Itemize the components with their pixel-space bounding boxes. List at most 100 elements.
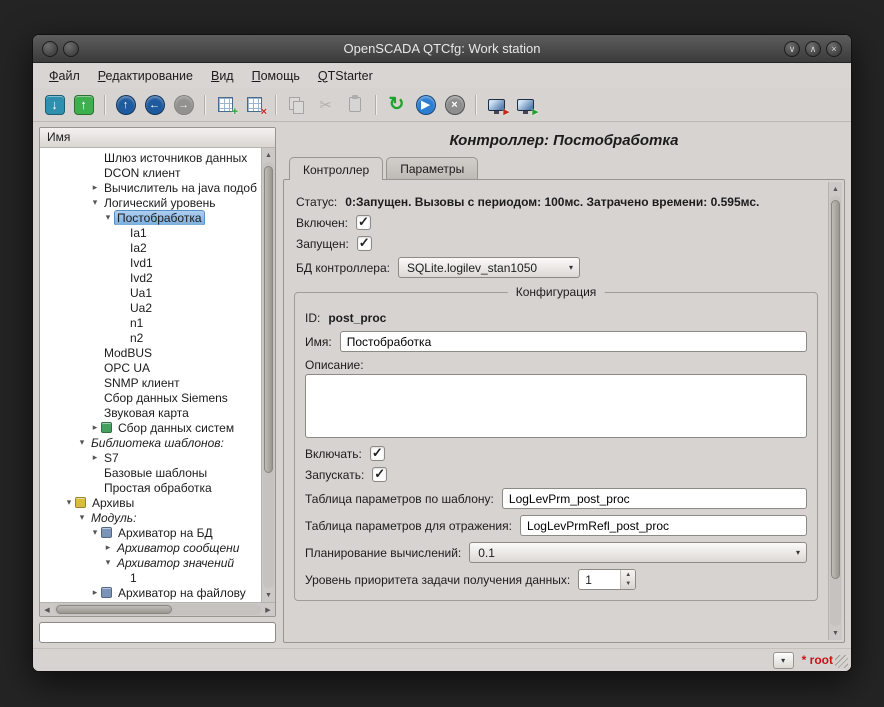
- form-vertical-scrollbar[interactable]: ▲ ▼: [828, 182, 842, 640]
- delete-item-button[interactable]: ×: [241, 91, 268, 118]
- priority-spinbox[interactable]: 1 ▲ ▼: [578, 569, 636, 590]
- table-reflection-input[interactable]: [520, 515, 807, 536]
- scroll-up-icon[interactable]: ▲: [830, 183, 842, 195]
- tree-item[interactable]: ▸Архиватор сообщени: [40, 540, 261, 555]
- collapse-icon[interactable]: ▾: [76, 437, 88, 448]
- tree-scroll-track[interactable]: [263, 162, 274, 588]
- tree-search-input[interactable]: [39, 622, 276, 643]
- form-scroll-track[interactable]: [830, 196, 841, 626]
- qtstarter-window-button[interactable]: ▸: [483, 91, 510, 118]
- menu-item-3[interactable]: Помощь: [244, 66, 308, 86]
- tree-vertical-scrollbar[interactable]: ▲ ▼: [261, 148, 275, 602]
- menu-item-2[interactable]: Вид: [203, 66, 242, 86]
- tree-item[interactable]: ▾Архиватор значений: [40, 555, 261, 570]
- stop-button[interactable]: ×: [441, 91, 468, 118]
- tree-hscroll-track[interactable]: [54, 604, 261, 615]
- scroll-down-icon[interactable]: ▼: [263, 589, 275, 601]
- maximize-button[interactable]: ∧: [805, 41, 821, 57]
- tree-item[interactable]: ▸S7: [40, 450, 261, 465]
- expand-icon[interactable]: ▸: [102, 542, 114, 553]
- tree-item[interactable]: Шлюз источников данных: [40, 150, 261, 165]
- enabled-checkbox[interactable]: [356, 215, 371, 230]
- expand-icon[interactable]: ▸: [89, 182, 101, 193]
- menu-item-4[interactable]: QTStarter: [310, 66, 381, 86]
- tree-item[interactable]: ▸Сбор данных систем: [40, 420, 261, 435]
- start-button[interactable]: ▶: [412, 91, 439, 118]
- tree-item[interactable]: ▾Логический уровень: [40, 195, 261, 210]
- tree-item[interactable]: Ia1: [40, 225, 261, 240]
- expand-icon[interactable]: ▸: [89, 422, 101, 433]
- table-template-input[interactable]: [502, 488, 807, 509]
- go-up-button[interactable]: ↑: [112, 91, 139, 118]
- collapse-icon[interactable]: ▾: [76, 512, 88, 523]
- collapse-icon[interactable]: ▾: [63, 497, 75, 508]
- tree-item[interactable]: SNMP клиент: [40, 375, 261, 390]
- save-to-db-button[interactable]: ↑: [70, 91, 97, 118]
- tree-item[interactable]: Ivd1: [40, 255, 261, 270]
- scroll-up-icon[interactable]: ▲: [263, 149, 275, 161]
- form-scroll-thumb[interactable]: [831, 200, 840, 578]
- spin-up-icon[interactable]: ▲: [621, 570, 635, 580]
- tree-item[interactable]: Ua2: [40, 300, 261, 315]
- tree-item[interactable]: Ua1: [40, 285, 261, 300]
- tree-hscroll-thumb[interactable]: [56, 605, 172, 614]
- load-from-db-button[interactable]: ↓: [41, 91, 68, 118]
- tree-scroll-thumb[interactable]: [264, 166, 273, 473]
- name-input[interactable]: [340, 331, 807, 352]
- spin-down-icon[interactable]: ▼: [621, 580, 635, 590]
- qtstarter-config-button[interactable]: ▸: [512, 91, 539, 118]
- expand-icon[interactable]: ▸: [89, 452, 101, 463]
- tree-header[interactable]: Имя: [40, 128, 275, 148]
- tab-0[interactable]: Контроллер: [289, 157, 383, 180]
- scroll-down-icon[interactable]: ▼: [830, 627, 842, 639]
- collapse-icon[interactable]: ▾: [89, 197, 101, 208]
- resize-grip[interactable]: [835, 655, 848, 668]
- collapse-icon[interactable]: ▾: [102, 212, 114, 223]
- stop-icon: ×: [445, 95, 465, 115]
- tree-item[interactable]: Сбор данных Siemens: [40, 390, 261, 405]
- shade-button[interactable]: ∨: [784, 41, 800, 57]
- tree-item[interactable]: n2: [40, 330, 261, 345]
- to-enable-checkbox[interactable]: [370, 446, 385, 461]
- main-area: Имя Шлюз источников данныхDCON клиент▸Вы…: [33, 122, 851, 648]
- spin-buttons: ▲ ▼: [620, 570, 635, 589]
- menu-item-0[interactable]: Файл: [41, 66, 88, 86]
- tree-item[interactable]: DCON клиент: [40, 165, 261, 180]
- description-textarea[interactable]: [305, 374, 807, 438]
- tree-item[interactable]: ▸Архиватор на файлову: [40, 585, 261, 600]
- tree-item[interactable]: ▾Библиотека шаблонов:: [40, 435, 261, 450]
- status-combobox[interactable]: ▾: [773, 652, 794, 669]
- add-item-button[interactable]: +: [212, 91, 239, 118]
- tree-item[interactable]: n1: [40, 315, 261, 330]
- tree-item[interactable]: 1: [40, 570, 261, 585]
- tree-item[interactable]: Ivd2: [40, 270, 261, 285]
- tree-viewport[interactable]: Шлюз источников данныхDCON клиент▸Вычисл…: [40, 148, 261, 602]
- scroll-right-icon[interactable]: ▶: [262, 604, 274, 616]
- to-start-checkbox[interactable]: [372, 467, 387, 482]
- menu-item-1[interactable]: Редактирование: [90, 66, 201, 86]
- running-checkbox[interactable]: [357, 236, 372, 251]
- tree-item[interactable]: Простая обработка: [40, 480, 261, 495]
- db-combobox[interactable]: SQLite.logilev_stan1050 ▾: [398, 257, 580, 278]
- title-bar[interactable]: OpenSCADA QTCfg: Work station ∨∧×: [33, 35, 851, 63]
- collapse-icon[interactable]: ▾: [102, 557, 114, 568]
- expand-icon[interactable]: ▸: [89, 587, 101, 598]
- go-back-button[interactable]: ←: [141, 91, 168, 118]
- schedule-combobox[interactable]: 0.1 ▾: [469, 542, 807, 563]
- tree-item[interactable]: ▾Архиватор на БД: [40, 525, 261, 540]
- tree-item[interactable]: ▾Модуль:: [40, 510, 261, 525]
- collapse-icon[interactable]: ▾: [89, 527, 101, 538]
- tree-item[interactable]: OPC UA: [40, 360, 261, 375]
- tree-item[interactable]: Ia2: [40, 240, 261, 255]
- refresh-button[interactable]: ↻: [383, 91, 410, 118]
- tree-item[interactable]: ModBUS: [40, 345, 261, 360]
- tree-horizontal-scrollbar[interactable]: ◀ ▶: [40, 602, 275, 616]
- tree-item[interactable]: Звуковая карта: [40, 405, 261, 420]
- tree-item[interactable]: ▾Архивы: [40, 495, 261, 510]
- tree-item[interactable]: Базовые шаблоны: [40, 465, 261, 480]
- tab-1[interactable]: Параметры: [386, 157, 478, 180]
- tree-item[interactable]: ▸Вычислитель на java подоб: [40, 180, 261, 195]
- close-button[interactable]: ×: [826, 41, 842, 57]
- scroll-left-icon[interactable]: ◀: [41, 604, 53, 616]
- tree-item[interactable]: ▾Постобработка: [40, 210, 261, 225]
